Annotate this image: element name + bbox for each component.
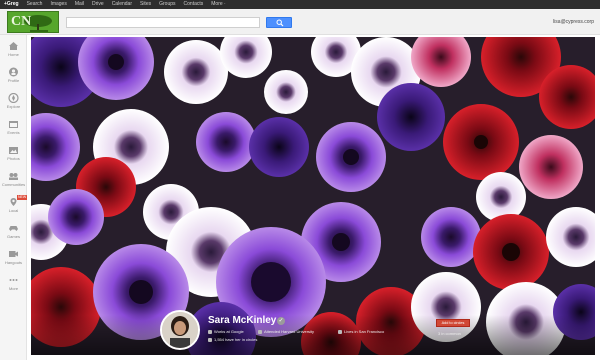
gbar-item-profile[interactable]: +Greg — [4, 0, 19, 9]
hangouts-icon — [9, 251, 18, 257]
gbar-item-search[interactable]: Search — [27, 0, 43, 9]
nav-item-local[interactable]: NEW Local — [0, 195, 28, 217]
followers-text: 1,554 have her in circles — [214, 337, 258, 342]
cover-photo[interactable] — [31, 37, 595, 355]
nav-label: Events — [7, 130, 20, 135]
cover-gradient-overlay — [31, 315, 595, 355]
gbar-item-mail[interactable]: Mail — [75, 0, 84, 9]
profile-name: Sara McKinley — [208, 315, 277, 326]
add-to-circles-button[interactable]: Add to circles — [436, 319, 470, 327]
nav-item-communities[interactable]: Communities — [0, 169, 27, 191]
works-at: Works at Google — [208, 329, 244, 334]
nav-item-games[interactable]: Games — [0, 221, 27, 243]
communities-icon — [9, 173, 18, 180]
search-button[interactable] — [266, 17, 292, 28]
photos-icon — [9, 147, 18, 154]
gbar-item-groups[interactable]: Groups — [159, 0, 175, 9]
nav-item-more[interactable]: More — [0, 273, 27, 295]
works-at-text: Works at Google — [214, 329, 244, 334]
gbar-item-drive[interactable]: Drive — [92, 0, 104, 9]
nav-item-photos[interactable]: Photos — [0, 143, 27, 165]
verified-check-icon: ✓ — [277, 317, 285, 325]
games-icon — [9, 226, 18, 231]
nav-label: Hangouts — [4, 260, 23, 265]
search-icon — [276, 19, 284, 27]
gbar-item-sites[interactable]: Sites — [140, 0, 151, 9]
circle-count[interactable]: 3 in common — [438, 331, 461, 336]
lives-in: Lives in San Francisco — [338, 329, 384, 334]
nav-label: More — [8, 286, 19, 291]
nav-item-events[interactable]: Events — [0, 117, 27, 139]
nav-item-home[interactable]: Home — [0, 39, 27, 61]
nav-label: Explore — [6, 104, 21, 109]
lives-in-text: Lives in San Francisco — [344, 329, 385, 334]
gbar-item-calendar[interactable]: Calendar — [112, 0, 132, 9]
nav-label: Profile — [7, 78, 20, 83]
briefcase-icon — [208, 329, 212, 334]
explore-icon — [8, 93, 19, 103]
nav-label: Home — [8, 52, 19, 57]
attended-text: Attended Harvard University — [264, 329, 315, 334]
nav-item-profile[interactable]: Profile — [0, 65, 27, 87]
nav-item-explore[interactable]: Explore — [0, 91, 27, 113]
attended: Attended Harvard University — [258, 329, 314, 334]
logo-text: CN — [11, 14, 32, 29]
events-icon — [9, 121, 18, 128]
flower-cover-image — [31, 37, 595, 355]
local-icon — [10, 198, 17, 206]
profile-photo — [162, 312, 198, 348]
school-icon — [258, 329, 262, 334]
gbar-item-images[interactable]: Images — [50, 0, 66, 9]
nav-label: Local — [8, 208, 19, 213]
google-bar: +Greg Search Images Mail Drive Calendar … — [0, 0, 600, 9]
more-icon — [9, 279, 18, 281]
circles-icon — [208, 337, 212, 342]
left-nav: Home Profile Explore Events Photos Commu… — [0, 35, 28, 360]
nav-label: Communities — [1, 182, 26, 187]
search-input[interactable] — [66, 17, 260, 28]
company-logo[interactable]: CN — [7, 11, 59, 33]
avatar[interactable] — [160, 310, 200, 350]
followers: 1,554 have her in circles — [208, 337, 257, 342]
nav-item-hangouts[interactable]: Hangouts — [0, 247, 27, 269]
gbar-item-contacts[interactable]: Contacts — [184, 0, 204, 9]
nav-label: Photos — [7, 156, 20, 161]
nav-label: Games — [7, 234, 20, 239]
search-header: CN lisa@cypress.corp — [0, 9, 600, 35]
profile-icon — [9, 67, 18, 77]
location-icon — [338, 329, 342, 334]
home-icon — [9, 42, 18, 50]
gbar-item-more[interactable]: More · — [211, 0, 225, 9]
user-email[interactable]: lisa@cypress.corp — [553, 19, 594, 25]
